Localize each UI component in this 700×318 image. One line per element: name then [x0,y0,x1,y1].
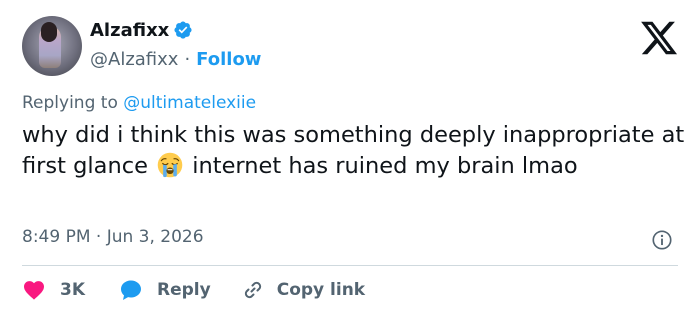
author-name[interactable]: Alzafixx [90,20,169,41]
copy-link-button[interactable]: Copy link [241,278,365,302]
timestamp[interactable]: 8:49 PM · Jun 3, 2026 [22,227,204,247]
replying-to: Replying to @ultimatelexiie [22,93,256,113]
author-handle[interactable]: @Alzafixx [90,49,178,70]
verified-badge-icon [174,21,192,39]
info-icon[interactable] [651,229,673,251]
tweet-text-part-2: internet has ruined my brain lmao [192,153,578,179]
like-button[interactable]: 3K [22,278,85,302]
link-icon [244,281,261,299]
avatar[interactable] [22,16,82,76]
like-count: 3K [60,280,86,300]
handle-separator: · [184,48,191,70]
divider [22,265,678,266]
action-bar: 3K Reply Copy link [22,278,365,302]
copy-link-label: Copy link [276,280,366,300]
author-block: Alzafixx @Alzafixx · Follow [90,18,261,72]
speech-bubble-icon [121,280,142,300]
heart-icon [24,281,44,300]
handle-row: @Alzafixx · Follow [90,46,261,72]
name-row: Alzafixx [90,18,261,42]
reply-label: Reply [157,280,211,300]
x-logo-icon[interactable] [638,18,680,58]
avatar-hair [41,22,57,42]
follow-button[interactable]: Follow [196,49,261,70]
replying-to-mention[interactable]: @ultimatelexiie [123,93,256,113]
reply-button[interactable]: Reply [119,278,211,302]
replying-to-prefix: Replying to [22,93,118,113]
loudly-crying-face-icon [157,152,183,178]
tweet-text: why did i think this was something deepl… [22,120,692,182]
